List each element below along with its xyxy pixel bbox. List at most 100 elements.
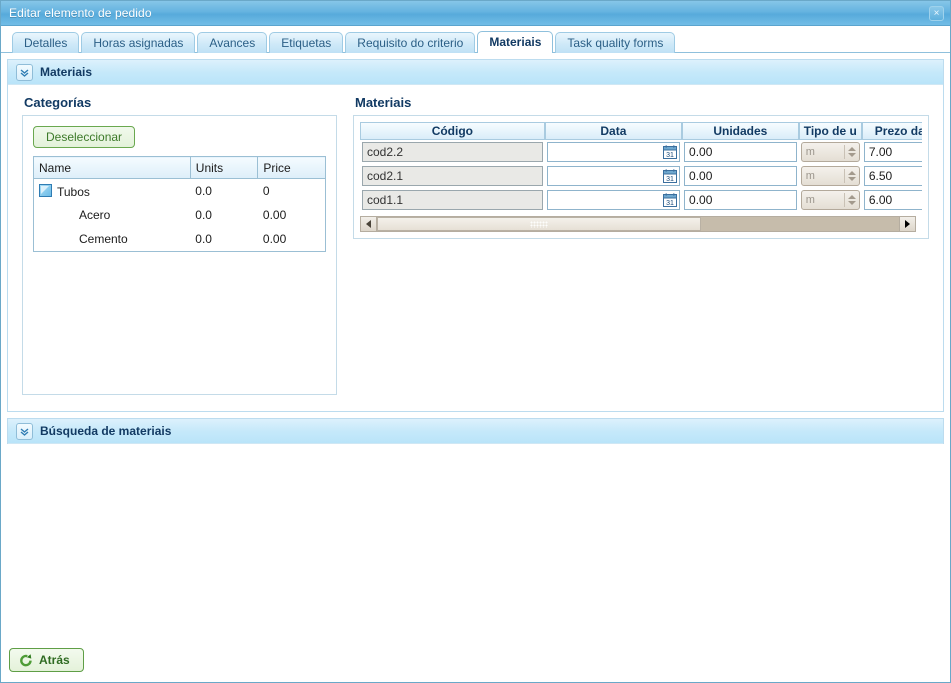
materiais-legend: Materiais (353, 95, 929, 110)
section-materiais-body: Categorías Deseleccionar Name Units Pric… (8, 85, 943, 411)
section-busqueda-header[interactable]: Búsqueda de materiais (8, 419, 943, 444)
cell-codigo (360, 188, 545, 212)
horizontal-scrollbar[interactable] (360, 216, 916, 232)
materiais-table: Código Data Unidades Tipo de u Prezo da … (360, 122, 922, 212)
unidades-input[interactable] (684, 190, 797, 210)
stepper-arrows[interactable] (845, 191, 859, 209)
scrollbar-thumb[interactable] (377, 217, 701, 231)
category-name-cell: Cemento (34, 227, 191, 252)
tipo-value: m (802, 143, 844, 161)
table-row[interactable]: Tubos 0.0 0 (34, 179, 326, 204)
date-field-wrapper: 31 (547, 166, 680, 186)
close-icon[interactable]: × (929, 6, 944, 21)
materiais-group: Materiais Código Data Unidades (353, 95, 929, 239)
cell-prezo-unidade (862, 188, 922, 212)
category-units-cell: 0.0 (190, 179, 258, 204)
column-header-name[interactable]: Name (34, 157, 191, 179)
categorias-group: Categorías Deseleccionar Name Units Pric… (22, 95, 337, 395)
data-input[interactable] (547, 166, 680, 186)
section-materiais-title: Materiais (40, 65, 92, 79)
back-arrow-icon (19, 653, 33, 667)
arrow-right-icon[interactable] (899, 217, 915, 231)
stepper-arrows[interactable] (845, 143, 859, 161)
category-units-cell: 0.0 (190, 203, 258, 227)
date-field-wrapper: 31 (547, 190, 680, 210)
window-title: Editar elemento de pedido (9, 6, 929, 20)
atras-label: Atrás (39, 653, 70, 667)
calendar-icon[interactable]: 31 (663, 169, 677, 183)
tipo-de-unidade-stepper[interactable]: m (801, 166, 860, 186)
atras-button[interactable]: Atrás (9, 648, 84, 672)
arrow-down-icon[interactable] (848, 153, 856, 157)
tipo-de-unidade-stepper[interactable]: m (801, 142, 860, 162)
categorias-legend: Categorías (22, 95, 337, 110)
tab-task-quality-forms[interactable]: Task quality forms (555, 32, 675, 53)
arrow-left-icon[interactable] (361, 217, 377, 231)
tab-materiais[interactable]: Materiais (477, 31, 553, 53)
column-header-units[interactable]: Units (190, 157, 258, 179)
stepper-arrows[interactable] (845, 167, 859, 185)
section-busqueda-de-materiais: Búsqueda de materiais (7, 418, 944, 444)
category-name-cell: Tubos (34, 179, 191, 204)
data-input[interactable] (547, 142, 680, 162)
category-label: Acero (79, 208, 110, 222)
dialog-window: Editar elemento de pedido × Detalles Hor… (0, 0, 951, 683)
column-header-tipo-de-unidade[interactable]: Tipo de u (799, 122, 862, 140)
materiais-table-scroller: Código Data Unidades Tipo de u Prezo da … (360, 122, 922, 212)
cell-codigo (360, 140, 545, 164)
tab-horas-asignadas[interactable]: Horas asignadas (81, 32, 195, 53)
section-materiais: Materiais Categorías Deseleccionar Name (7, 59, 944, 412)
chevron-double-down-icon[interactable] (16, 64, 33, 81)
unidades-input[interactable] (684, 166, 797, 186)
table-row[interactable]: Acero 0.0 0.00 (34, 203, 326, 227)
svg-text:31: 31 (666, 152, 674, 159)
materiais-box: Código Data Unidades Tipo de u Prezo da … (353, 115, 929, 239)
column-header-unidades[interactable]: Unidades (682, 122, 799, 140)
cell-prezo-unidade (862, 140, 922, 164)
arrow-down-icon[interactable] (848, 177, 856, 181)
cell-unidades (682, 188, 799, 212)
calendar-icon[interactable]: 31 (663, 145, 677, 159)
column-header-price[interactable]: Price (258, 157, 326, 179)
chevron-double-down-icon[interactable] (16, 423, 33, 440)
table-row: 31 (360, 140, 922, 164)
tipo-de-unidade-stepper[interactable]: m (801, 190, 860, 210)
tab-requisito-do-criterio[interactable]: Requisito do criterio (345, 32, 475, 53)
arrow-down-icon[interactable] (848, 201, 856, 205)
window-titlebar: Editar elemento de pedido × (1, 1, 950, 26)
category-label: Cemento (79, 232, 128, 246)
prezo-da-unidade-input[interactable] (864, 166, 922, 186)
table-header-row: Código Data Unidades Tipo de u Prezo da … (360, 122, 922, 140)
svg-text:31: 31 (666, 176, 674, 183)
arrow-up-icon[interactable] (848, 171, 856, 175)
codigo-input[interactable] (362, 142, 543, 162)
tab-etiquetas[interactable]: Etiquetas (269, 32, 343, 53)
category-label: Tubos (57, 185, 90, 199)
codigo-input[interactable] (362, 190, 543, 210)
codigo-input[interactable] (362, 166, 543, 186)
column-header-data[interactable]: Data (545, 122, 682, 140)
column-header-codigo[interactable]: Código (360, 122, 545, 140)
prezo-da-unidade-input[interactable] (864, 142, 922, 162)
unidades-input[interactable] (684, 142, 797, 162)
column-header-prezo-da-unidade[interactable]: Prezo da unidade (862, 122, 922, 140)
date-field-wrapper: 31 (547, 142, 680, 162)
tab-avances[interactable]: Avances (197, 32, 267, 53)
svg-text:31: 31 (666, 200, 674, 207)
tab-detalles[interactable]: Detalles (12, 32, 79, 53)
prezo-da-unidade-input[interactable] (864, 190, 922, 210)
categorias-box: Deseleccionar Name Units Price (22, 115, 337, 395)
calendar-icon[interactable]: 31 (663, 193, 677, 207)
tree-expand-icon[interactable] (39, 184, 52, 197)
data-input[interactable] (547, 190, 680, 210)
arrow-up-icon[interactable] (848, 195, 856, 199)
table-row[interactable]: Cemento 0.0 0.00 (34, 227, 326, 252)
deseleccionar-button[interactable]: Deseleccionar (33, 126, 135, 148)
cell-data: 31 (545, 188, 682, 212)
category-units-cell: 0.0 (190, 227, 258, 252)
section-materiais-header[interactable]: Materiais (8, 60, 943, 85)
table-row: 31 (360, 188, 922, 212)
arrow-up-icon[interactable] (848, 147, 856, 151)
scrollbar-track[interactable] (377, 217, 899, 231)
categorias-tree-table: Name Units Price Tubos (33, 156, 326, 252)
